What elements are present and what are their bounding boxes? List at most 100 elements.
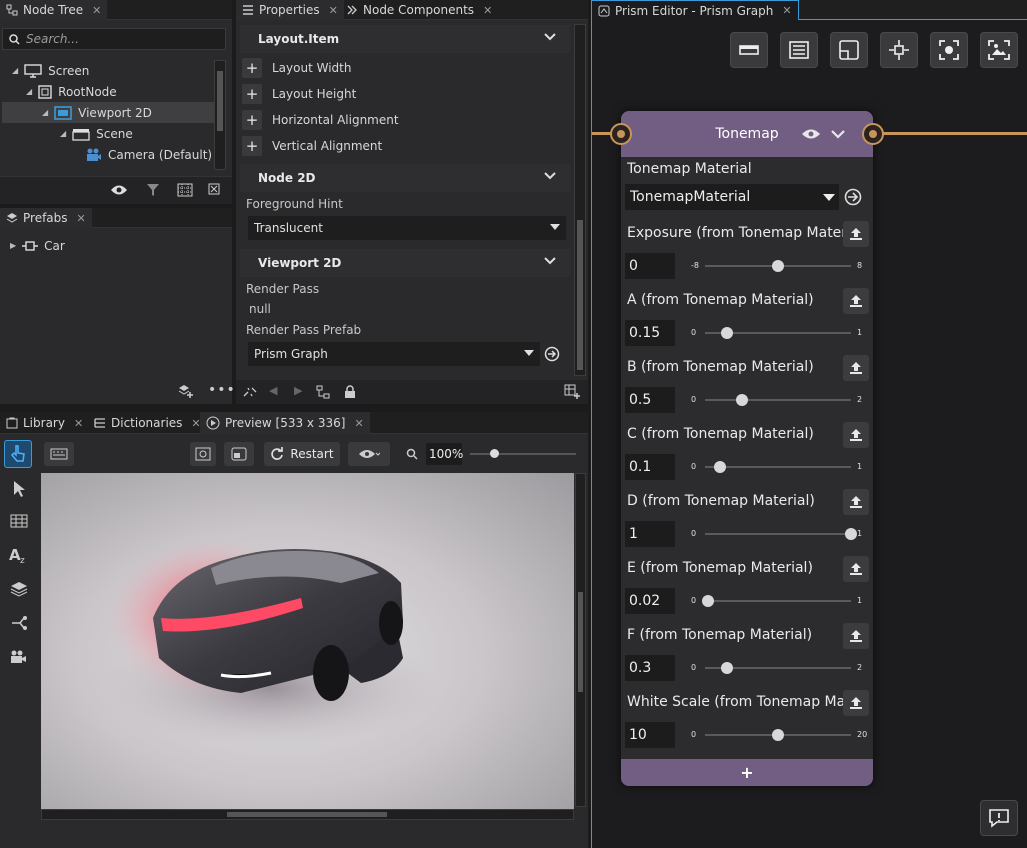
param-value-input[interactable]: 0.1 [625, 454, 675, 480]
tab-preview[interactable]: Preview [533 x 336] ✕ [200, 412, 370, 434]
tab-node-tree[interactable]: Node Tree ✕ [0, 0, 108, 20]
align-list-button[interactable] [780, 32, 818, 68]
add-parameter-button[interactable]: + [621, 759, 873, 786]
filter-icon[interactable] [146, 183, 160, 197]
add-layout-height-button[interactable]: + [242, 84, 262, 104]
preview-vertical-scrollbar[interactable] [575, 473, 586, 807]
preview-image-button[interactable] [980, 32, 1018, 68]
slider-knob[interactable] [720, 327, 733, 339]
param-value-input[interactable]: 0.5 [625, 387, 675, 413]
frame-button[interactable] [830, 32, 868, 68]
text-style-icon[interactable]: Az [8, 544, 30, 566]
close-icon[interactable]: ✕ [77, 212, 86, 225]
promote-parameter-button[interactable] [843, 422, 869, 448]
navigate-icon[interactable] [844, 188, 862, 206]
tree-item-viewport-2d[interactable]: ◢ Viewport 2D [2, 102, 214, 123]
promote-parameter-button[interactable] [843, 623, 869, 649]
add-component-icon[interactable] [564, 384, 580, 400]
param-value-input[interactable]: 0.15 [625, 320, 675, 346]
section-viewport-2d[interactable]: Viewport 2D [240, 249, 570, 277]
camera-people-icon[interactable] [8, 646, 30, 668]
tab-properties[interactable]: Properties ✕ [236, 0, 344, 20]
param-slider[interactable] [705, 600, 851, 602]
pointer-tool-button[interactable] [4, 440, 32, 468]
table-icon[interactable] [8, 510, 30, 532]
select-arrow-icon[interactable] [8, 478, 30, 500]
slider-knob[interactable] [701, 595, 714, 607]
add-prefab-icon[interactable] [178, 384, 194, 398]
promote-parameter-button[interactable] [843, 489, 869, 515]
collapse-icon[interactable] [208, 183, 220, 195]
add-layout-width-button[interactable]: + [242, 58, 262, 78]
tab-library[interactable]: Library ✕ [0, 412, 89, 434]
slider-knob[interactable] [720, 662, 733, 674]
param-value-input[interactable]: 0.02 [625, 588, 675, 614]
promote-parameter-button[interactable] [843, 690, 869, 716]
param-slider[interactable] [705, 466, 851, 468]
tab-node-components[interactable]: Node Components ✕ [340, 0, 498, 20]
focus-button[interactable] [930, 32, 968, 68]
zoom-input[interactable]: 100% [426, 443, 463, 465]
prefab-item-car[interactable]: ▶ Car [0, 235, 200, 256]
section-node-2d[interactable]: Node 2D [240, 164, 570, 192]
tab-prefabs[interactable]: Prefabs ✕ [0, 208, 92, 228]
more-options-icon[interactable]: ••• [208, 382, 236, 398]
promote-parameter-button[interactable] [843, 355, 869, 381]
tree-item-camera[interactable]: Camera (Default) [0, 144, 214, 165]
tab-dictionaries[interactable]: Dictionaries ✕ [88, 412, 207, 434]
back-arrow-icon[interactable]: ◀ [269, 384, 277, 397]
tonemap-node-header[interactable]: Tonemap [621, 111, 873, 157]
close-icon[interactable]: ✕ [483, 4, 492, 17]
add-horizontal-alignment-button[interactable]: + [242, 110, 262, 130]
add-vertical-alignment-button[interactable]: + [242, 136, 262, 156]
chevron-down-icon[interactable] [544, 33, 556, 41]
promote-parameter-button[interactable] [843, 221, 869, 247]
chevron-down-icon[interactable] [544, 172, 556, 180]
node-tree-search-input[interactable]: Search... [2, 28, 226, 50]
screenshot-button[interactable] [190, 442, 216, 466]
input-port[interactable] [610, 123, 632, 145]
param-slider[interactable] [705, 533, 851, 535]
visibility-dropdown-button[interactable] [348, 442, 390, 466]
slider-knob[interactable] [772, 729, 784, 741]
fit-width-button[interactable] [730, 32, 768, 68]
tonemap-node[interactable]: Tonemap Tonemap Material TonemapMaterial… [621, 111, 873, 786]
eye-icon[interactable] [801, 128, 821, 140]
param-value-input[interactable]: 1 [625, 521, 675, 547]
restart-button[interactable]: Restart [264, 442, 340, 466]
close-icon[interactable]: ✕ [329, 4, 338, 17]
eye-icon[interactable] [110, 183, 128, 197]
slider-knob[interactable] [845, 528, 857, 540]
connections-icon[interactable] [8, 612, 30, 634]
chevron-down-icon[interactable] [544, 257, 556, 265]
tree-item-screen[interactable]: ◢ Screen [0, 60, 214, 81]
slider-knob[interactable] [772, 260, 784, 272]
close-icon[interactable]: ✕ [92, 4, 101, 17]
keyboard-button[interactable] [44, 442, 74, 466]
zoom-slider[interactable] [470, 449, 576, 458]
param-value-input[interactable]: 0.3 [625, 655, 675, 681]
lock-icon[interactable] [344, 385, 356, 399]
navigate-icon[interactable] [544, 346, 560, 362]
param-value-input[interactable]: 10 [625, 722, 675, 748]
tonemap-material-dropdown[interactable]: TonemapMaterial [625, 184, 839, 210]
tree-item-rootnode[interactable]: ◢ RootNode [0, 81, 214, 102]
node-tree-scrollbar[interactable] [214, 60, 226, 170]
close-icon[interactable]: ✕ [782, 4, 791, 17]
properties-scrollbar[interactable] [574, 24, 586, 376]
param-slider[interactable] [705, 399, 851, 401]
preview-horizontal-scrollbar[interactable] [41, 809, 574, 820]
hierarchy-icon[interactable] [316, 385, 330, 399]
layers-icon[interactable] [8, 578, 30, 600]
slider-knob[interactable] [735, 394, 748, 406]
foreground-hint-dropdown[interactable]: Translucent [248, 216, 566, 240]
feedback-button[interactable] [980, 800, 1018, 836]
forward-arrow-icon[interactable]: ▶ [294, 384, 302, 397]
tree-item-scene[interactable]: ◢ Scene [0, 123, 214, 144]
output-port[interactable] [862, 123, 884, 145]
window-toggle-button[interactable] [224, 442, 254, 466]
param-value-input[interactable]: 0 [625, 253, 675, 279]
tab-prism-editor[interactable]: Prism Editor - Prism Graph ✕ [592, 0, 799, 20]
center-view-button[interactable] [880, 32, 918, 68]
render-pass-prefab-dropdown[interactable]: Prism Graph [248, 342, 540, 366]
